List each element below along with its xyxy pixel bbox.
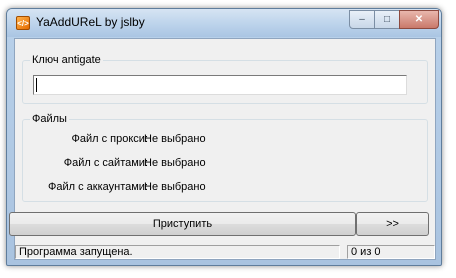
accounts-file-label: Файл с аккаунтами: bbox=[47, 181, 148, 193]
client-area: Ключ antigate Файлы Файл с прокси: Не вы… bbox=[9, 38, 436, 260]
accounts-file-value: Не выбрано bbox=[144, 181, 206, 193]
sites-file-value: Не выбрано bbox=[144, 157, 206, 169]
sites-file-label: Файл с сайтами: bbox=[63, 157, 148, 169]
files-group: Файлы Файл с прокси: Не выбрано Файл с с… bbox=[22, 113, 428, 202]
proxy-file-label: Файл с прокси: bbox=[71, 133, 148, 145]
next-button[interactable]: >> bbox=[356, 212, 429, 236]
status-bar: Программа запущена. 0 из 0 bbox=[15, 244, 435, 259]
minimize-button[interactable]: – bbox=[349, 10, 375, 29]
antigate-group-label: Ключ antigate bbox=[30, 54, 103, 66]
app-logo-icon: </> bbox=[16, 16, 30, 30]
progress-counter: 0 из 0 bbox=[347, 245, 435, 259]
antigate-key-input[interactable] bbox=[33, 75, 407, 95]
maximize-button[interactable]: □ bbox=[374, 10, 400, 29]
title-bar[interactable]: </> YaAddUReL by jslby – □ ✕ bbox=[7, 9, 441, 37]
proxy-file-value: Не выбрано bbox=[144, 133, 206, 145]
close-button[interactable]: ✕ bbox=[399, 10, 439, 29]
files-group-label: Файлы bbox=[30, 113, 69, 125]
app-window: </> YaAddUReL by jslby – □ ✕ Ключ antiga… bbox=[6, 8, 442, 266]
antigate-group: Ключ antigate bbox=[22, 54, 428, 104]
window-title: YaAddUReL by jslby bbox=[36, 15, 145, 29]
start-button[interactable]: Приступить bbox=[9, 212, 356, 236]
status-message: Программа запущена. bbox=[15, 245, 340, 259]
text-caret bbox=[36, 78, 37, 92]
